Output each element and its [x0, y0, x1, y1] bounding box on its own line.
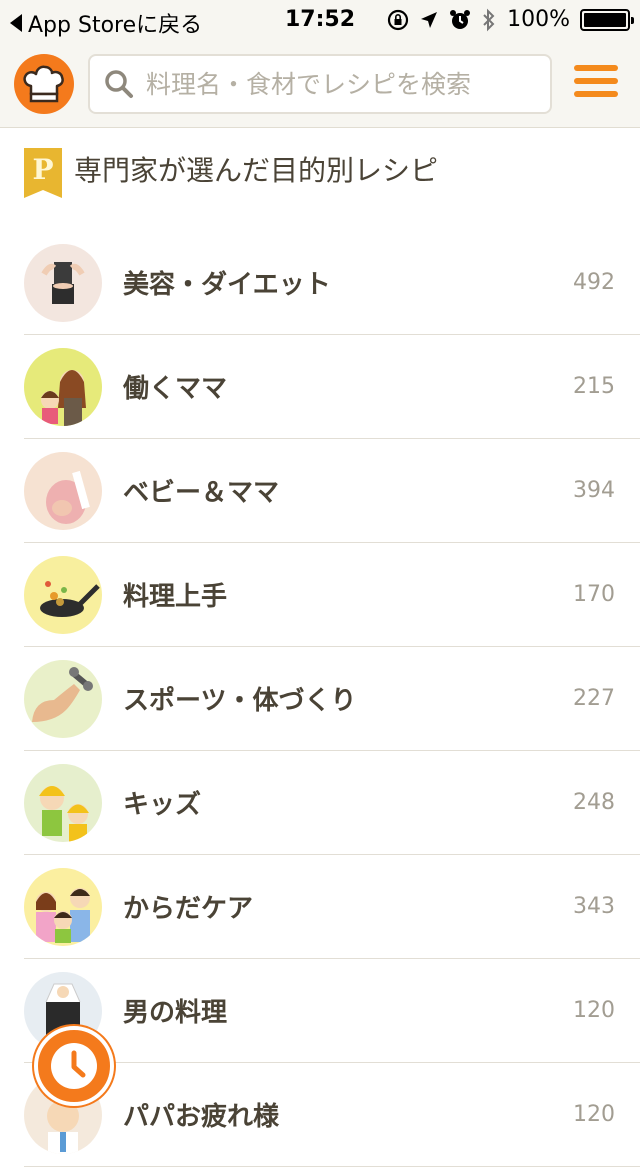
section-header: P 専門家が選んだ目的別レシピ — [24, 148, 439, 198]
history-timer-button[interactable] — [34, 1026, 114, 1106]
section-title: 専門家が選んだ目的別レシピ — [74, 154, 439, 187]
recipe-count: 227 — [573, 686, 615, 711]
category-item[interactable]: 働くママ 215 — [24, 335, 640, 439]
category-item[interactable]: キッズ 248 — [24, 751, 640, 855]
recipe-count: 343 — [573, 894, 615, 919]
recipe-count: 120 — [573, 1102, 615, 1127]
clock-icon — [51, 1043, 97, 1089]
battery-icon — [580, 8, 634, 31]
fitness-woman-icon — [24, 243, 102, 322]
category-item[interactable]: パパお疲れ様 120 — [24, 1063, 640, 1167]
recipe-count: 215 — [573, 374, 615, 399]
menu-line — [574, 78, 618, 84]
category-item[interactable]: 男の料理 120 — [24, 959, 640, 1063]
chef-hat-icon — [23, 65, 64, 103]
premium-badge-icon: P — [24, 148, 62, 198]
rotation-lock-icon — [387, 9, 409, 30]
family-icon — [24, 867, 102, 946]
category-item[interactable]: スポーツ・体づくり 227 — [24, 647, 640, 751]
category-label: キッズ — [123, 790, 202, 820]
category-item[interactable]: 料理上手 170 — [24, 543, 640, 647]
category-item[interactable]: 美容・ダイエット 492 — [24, 231, 640, 335]
recipe-count: 248 — [573, 790, 615, 815]
hamburger-menu-button[interactable] — [574, 65, 618, 103]
recipe-count: 394 — [573, 478, 615, 503]
category-label: 美容・ダイエット — [123, 270, 331, 300]
app-logo[interactable] — [14, 54, 74, 114]
category-list: 美容・ダイエット 492 働くママ 215 ベビー＆ママ 394 料理上手 170 スポーツ・体… — [0, 231, 640, 1167]
recipe-count: 120 — [573, 998, 615, 1023]
category-label: パパお疲れ様 — [123, 1102, 280, 1132]
search-input[interactable] — [146, 69, 546, 99]
category-item[interactable]: ベビー＆ママ 394 — [24, 439, 640, 543]
alarm-icon — [450, 9, 471, 29]
working-mom-icon — [24, 347, 102, 426]
menu-line — [574, 65, 618, 71]
recipe-count: 492 — [573, 270, 615, 295]
menu-line — [574, 91, 618, 97]
recipe-count: 170 — [573, 582, 615, 607]
premium-badge-letter: P — [32, 152, 54, 186]
frying-pan-icon — [24, 555, 102, 634]
status-icons: 100% — [387, 7, 634, 32]
app-header — [0, 40, 640, 128]
kids-icon — [24, 763, 102, 842]
category-label: ベビー＆ママ — [123, 478, 280, 508]
category-label: からだケア — [123, 894, 254, 924]
category-label: 男の料理 — [123, 998, 228, 1028]
search-icon — [105, 70, 133, 98]
category-label: 料理上手 — [123, 582, 228, 612]
location-arrow-icon — [421, 11, 438, 28]
bluetooth-icon — [483, 8, 495, 31]
category-label: スポーツ・体づくり — [123, 686, 357, 716]
pregnant-woman-icon — [24, 451, 102, 530]
category-item[interactable]: からだケア 343 — [24, 855, 640, 959]
category-label: 働くママ — [123, 374, 228, 404]
muscle-dumbbell-icon — [24, 659, 102, 738]
status-bar: App Storeに戻る 17:52 100% — [0, 0, 640, 40]
battery-percent: 100% — [507, 7, 570, 32]
search-box[interactable] — [88, 54, 552, 114]
